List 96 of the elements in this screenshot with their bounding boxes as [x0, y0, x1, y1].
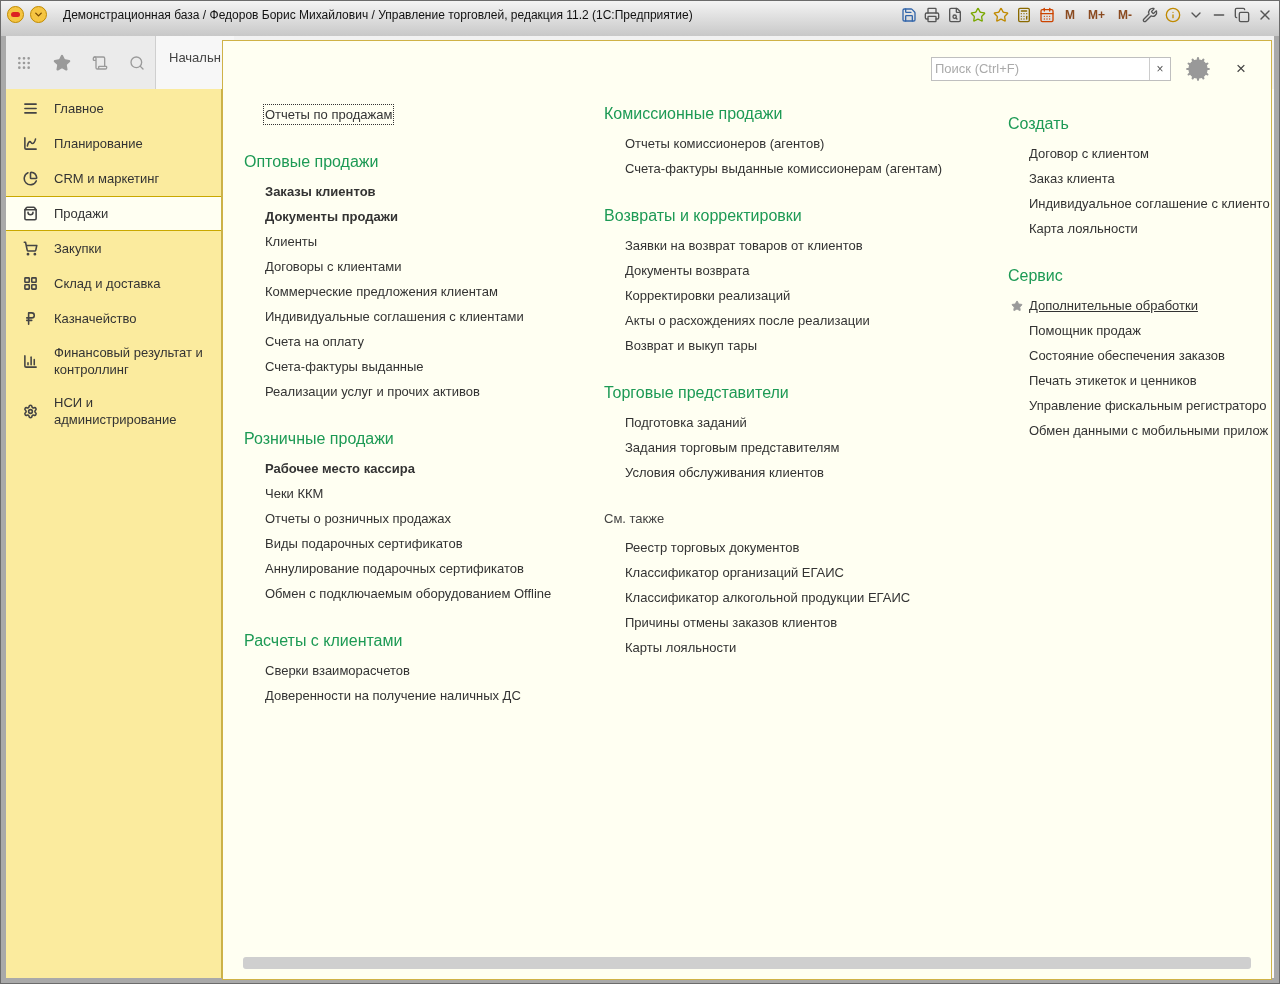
history-icon[interactable]: [91, 54, 108, 71]
menu-link[interactable]: Классификатор организаций ЕГАИС: [624, 562, 845, 583]
sidebar-item[interactable]: Склад и доставка: [6, 266, 221, 301]
calculator-icon[interactable]: [1016, 6, 1032, 23]
sidebar-item[interactable]: CRM и маркетинг: [6, 161, 221, 196]
horizontal-scrollbar[interactable]: [243, 957, 1251, 969]
menu-link[interactable]: Документы возврата: [624, 260, 751, 281]
menu-link[interactable]: Задания торговым представителям: [624, 437, 841, 458]
menu-link[interactable]: Состояние обеспечения заказов: [1028, 345, 1226, 366]
menu-link[interactable]: Индивидуальное соглашение с клиенто: [1028, 193, 1271, 214]
section-heading: Создать: [1008, 114, 1070, 134]
menu-link[interactable]: Управление фискальным регистраторо: [1028, 395, 1268, 416]
section-heading: Комиссионные продажи: [604, 104, 784, 124]
menu-link[interactable]: Дополнительные обработки: [1028, 295, 1199, 316]
settings-icon: [23, 403, 38, 419]
bag-icon: [23, 206, 38, 221]
menu-link[interactable]: Счета-фактуры выданные комиссионерам (агентам): [624, 158, 944, 179]
restore-icon[interactable]: [1234, 6, 1250, 23]
sidebar-item[interactable]: Финансовый результат и контроллинг: [6, 336, 221, 386]
info-icon[interactable]: [1165, 6, 1181, 23]
menu-link[interactable]: Индивидуальные соглашения с клиентами: [264, 306, 525, 327]
menu-link[interactable]: Сверки взаиморасчетов: [264, 660, 411, 681]
cart-icon: [23, 241, 38, 256]
menu-link[interactable]: Условия обслуживания клиентов: [624, 462, 825, 483]
save-icon[interactable]: [901, 6, 917, 23]
menu-link[interactable]: Доверенности на получение наличных ДС: [264, 685, 522, 706]
apps-icon[interactable]: [16, 54, 33, 71]
printer-icon[interactable]: [924, 6, 940, 23]
menu-dropdown-icon[interactable]: [30, 6, 47, 23]
menu-link[interactable]: Классификатор алкогольной продукции ЕГАИС: [624, 587, 912, 608]
menu-link[interactable]: Возврат и выкуп тары: [624, 335, 759, 356]
preview-icon[interactable]: [947, 6, 963, 23]
menu-icon: [23, 101, 38, 116]
sidebar-item[interactable]: Закупки: [6, 231, 221, 266]
search-icon[interactable]: [128, 54, 145, 71]
ruble-icon: [23, 311, 38, 326]
section-heading: Розничные продажи: [244, 429, 395, 449]
menu-link[interactable]: Корректировки реализаций: [624, 285, 792, 306]
menu-link[interactable]: Подготовка заданий: [624, 412, 748, 433]
menu-link[interactable]: Реализации услуг и прочих активов: [264, 381, 481, 402]
star-icon[interactable]: [970, 6, 986, 23]
menu-link[interactable]: Причины отмены заказов клиентов: [624, 612, 839, 633]
menu-link[interactable]: Обмен данными с мобильными прилож: [1028, 420, 1270, 441]
menu-link[interactable]: Чеки ККМ: [264, 483, 325, 504]
menu-link[interactable]: Договоры с клиентами: [264, 256, 403, 277]
menu-link[interactable]: Коммерческие предложения клиентам: [264, 281, 499, 302]
sidebar-item[interactable]: НСИ и администрирование: [6, 386, 221, 436]
grid-icon: [23, 276, 38, 291]
menu-link[interactable]: Карты лояльности: [624, 637, 738, 658]
section-heading: Сервис: [1008, 266, 1064, 286]
menu-link[interactable]: Карта лояльности: [1028, 218, 1139, 239]
chart-icon: [23, 136, 38, 151]
menu-link[interactable]: Обмен с подключаемым оборудованием Offline: [264, 583, 553, 604]
section-heading: Расчеты с клиентами: [244, 631, 404, 651]
menu-link[interactable]: Заказы клиентов: [264, 181, 377, 202]
menu-link[interactable]: Заявки на возврат товаров от клиентов: [624, 235, 864, 256]
menu-link[interactable]: Рабочее место кассира: [264, 458, 416, 479]
section-heading: Торговые представители: [604, 383, 790, 403]
menu-link[interactable]: Заказ клиента: [1028, 168, 1116, 189]
star-icon[interactable]: [1011, 299, 1023, 312]
star-icon[interactable]: [993, 6, 1009, 23]
menu-link[interactable]: Реестр торговых документов: [624, 537, 801, 558]
menu-link[interactable]: Акты о расхождениях после реализации: [624, 310, 871, 331]
menu-link[interactable]: Аннулирование подарочных сертификатов: [264, 558, 525, 579]
menu-link[interactable]: Печать этикеток и ценников: [1028, 370, 1198, 391]
star-icon[interactable]: [53, 53, 72, 72]
sidebar-item[interactable]: Планирование: [6, 126, 221, 161]
wrench-icon[interactable]: [1142, 6, 1158, 23]
memory-button[interactable]: M: [1062, 5, 1078, 24]
clear-button[interactable]: ×: [1149, 58, 1170, 80]
menu-link[interactable]: Отчеты о розничных продажах: [264, 508, 452, 529]
section-heading: Оптовые продажи: [244, 152, 380, 172]
window-title: Демонстрационная база / Федоров Борис Михайлович / Управление торговлей, редакция 11.2 (1С:Предприятие): [63, 6, 693, 24]
sidebar-item[interactable]: Продажи: [6, 196, 221, 231]
calendar-icon[interactable]: [1039, 6, 1055, 23]
sidebar-item[interactable]: Главное: [6, 91, 221, 126]
section-heading: Возвраты и корректировки: [604, 206, 803, 226]
menu-link[interactable]: Отчеты по продажам: [264, 104, 394, 125]
menu-link[interactable]: Виды подарочных сертификатов: [264, 533, 464, 554]
menu-link[interactable]: Счета на оплату: [264, 331, 365, 352]
menu-link[interactable]: Документы продажи: [264, 206, 399, 227]
section-heading: См. также: [604, 510, 666, 528]
search-field[interactable]: Поиск (Ctrl+F) ×: [931, 57, 1171, 81]
bar-chart-icon: [23, 353, 38, 369]
memory-button[interactable]: M-: [1115, 5, 1135, 24]
menu-link[interactable]: Счета-фактуры выданные: [264, 356, 425, 377]
memory-button[interactable]: M+: [1085, 5, 1108, 24]
close-button[interactable]: ×: [1231, 56, 1251, 82]
pie-chart-icon: [23, 171, 38, 186]
menu-link[interactable]: Договор с клиентом: [1028, 143, 1150, 164]
menu-link[interactable]: Клиенты: [264, 231, 319, 252]
sidebar-item[interactable]: Казначейство: [6, 301, 221, 336]
app-logo-icon: [7, 6, 24, 23]
settings-icon[interactable]: [1185, 56, 1211, 82]
menu-link[interactable]: Отчеты комиссионеров (агентов): [624, 133, 826, 154]
menu-link[interactable]: Помощник продаж: [1028, 320, 1142, 341]
